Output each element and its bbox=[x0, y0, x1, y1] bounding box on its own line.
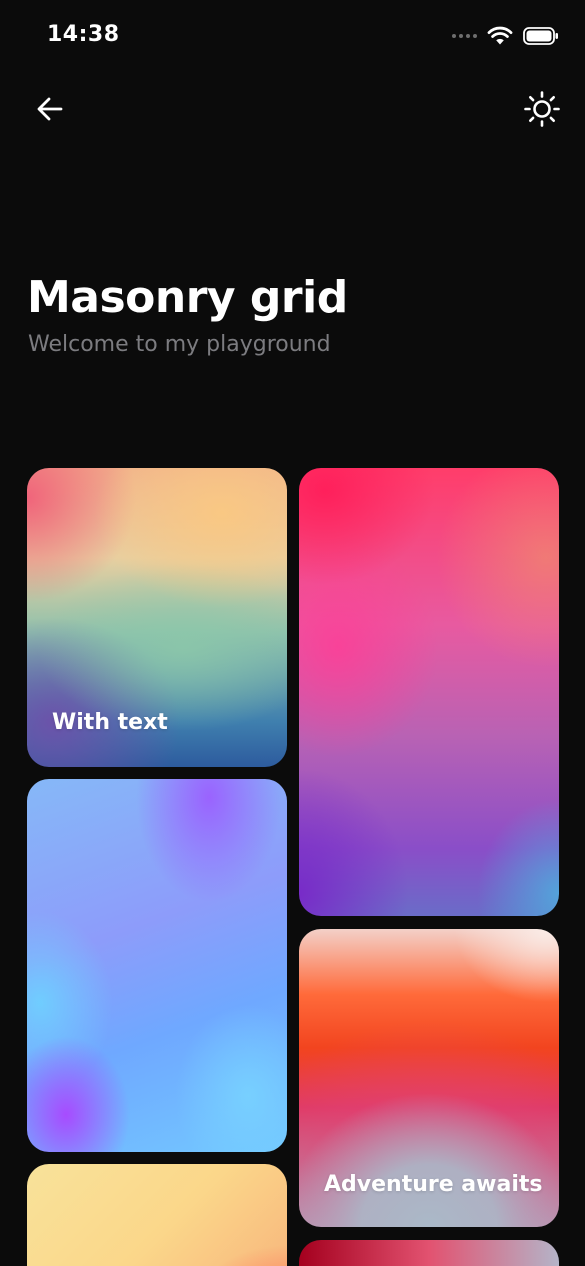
grid-card[interactable] bbox=[299, 1240, 559, 1266]
card-label: Adventure awaits bbox=[324, 1172, 543, 1197]
status-time: 14:38 bbox=[47, 22, 120, 47]
grid-card-adventure[interactable]: Adventure awaits bbox=[299, 929, 559, 1227]
page-title: Masonry grid bbox=[27, 272, 348, 323]
grid-card-with-text[interactable]: With text bbox=[27, 468, 287, 767]
card-label: With text bbox=[52, 710, 168, 735]
grid-card[interactable] bbox=[27, 1164, 287, 1266]
back-button[interactable] bbox=[33, 92, 67, 126]
cellular-signal-icon bbox=[452, 34, 477, 38]
grid-card[interactable] bbox=[27, 779, 287, 1152]
page-subtitle: Welcome to my playground bbox=[28, 332, 331, 357]
grid-card[interactable] bbox=[299, 468, 559, 916]
arrow-left-icon bbox=[37, 97, 63, 121]
wifi-icon bbox=[487, 26, 513, 45]
theme-toggle-button[interactable] bbox=[523, 90, 561, 128]
sun-icon bbox=[524, 91, 560, 127]
status-icons bbox=[452, 26, 559, 46]
battery-icon bbox=[523, 27, 558, 45]
screen: 14:38 Masonry grid Welcome to my playgro… bbox=[0, 0, 585, 1266]
status-bar: 14:38 bbox=[0, 0, 585, 74]
